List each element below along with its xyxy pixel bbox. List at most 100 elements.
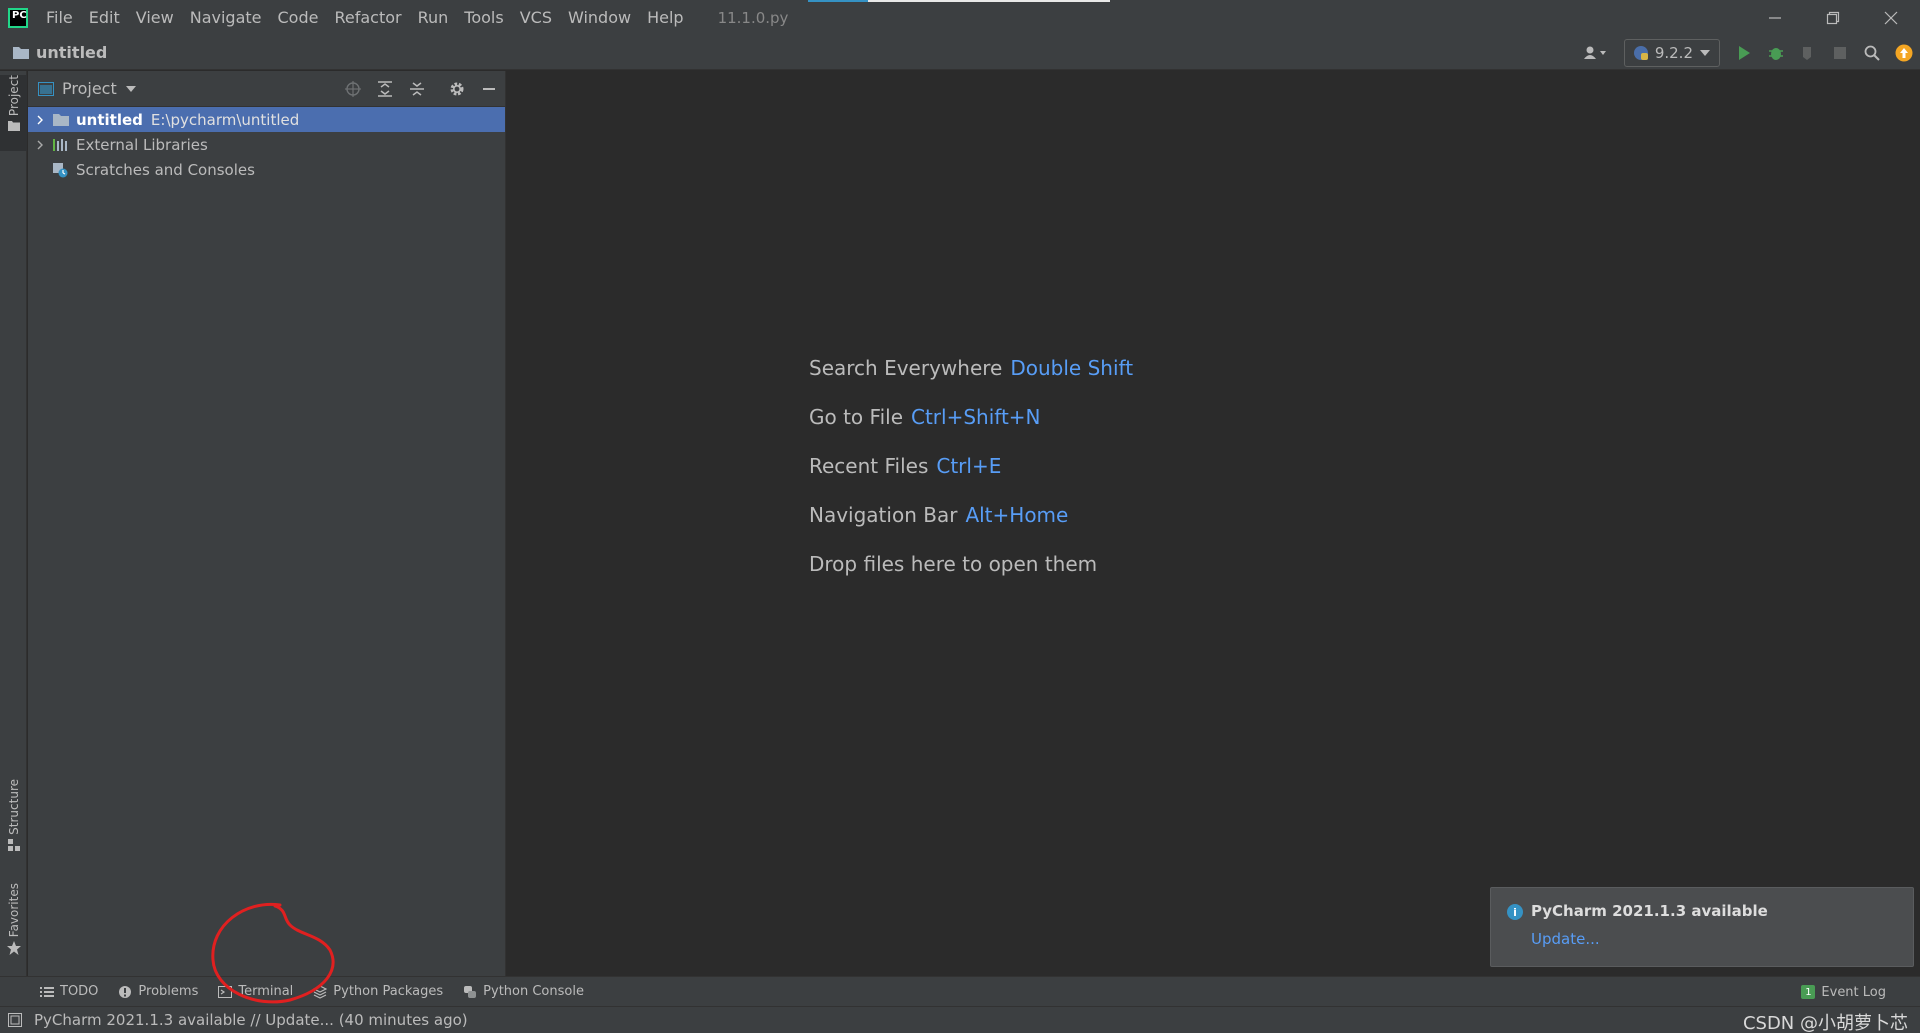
problems-tab[interactable]: Problems — [108, 977, 208, 1007]
csdn-watermark: CSDN @小胡萝卜芯 — [1742, 1013, 1908, 1033]
minimize-icon — [1769, 17, 1781, 19]
project-view-icon — [38, 81, 54, 96]
tree-item-scratches[interactable]: Scratches and Consoles — [28, 157, 505, 182]
toggle-tool-windows-icon[interactable] — [8, 1013, 22, 1027]
menu-refactor[interactable]: Refactor — [326, 0, 409, 36]
notification-update-link[interactable]: Update... — [1531, 930, 1600, 948]
favorites-tool-button[interactable]: Favorites — [0, 883, 27, 969]
structure-tool-button[interactable]: Structure — [0, 779, 27, 861]
hide-panel-button[interactable] — [473, 71, 505, 107]
chevron-right-icon[interactable] — [28, 115, 52, 125]
project-view-title[interactable]: Project — [62, 79, 117, 98]
info-icon: i — [1507, 904, 1523, 920]
chevron-down-icon — [1700, 50, 1710, 56]
expand-all-button[interactable] — [369, 71, 401, 107]
hint-shortcut: Alt+Home — [965, 503, 1069, 527]
project-tool-window: Project untitled E:\pycharm\untitled Ext… — [28, 71, 506, 976]
interpreter-label: 9.2.2 — [1654, 44, 1693, 62]
interpreter-selector[interactable]: 9.2.2 — [1623, 39, 1720, 67]
menu-edit[interactable]: Edit — [81, 0, 128, 36]
stop-icon — [1834, 47, 1846, 59]
debug-bug-icon — [1769, 48, 1783, 60]
event-log-tab[interactable]: 1 Event Log — [1801, 977, 1886, 1007]
todo-tab[interactable]: TODO — [30, 977, 108, 1007]
editor-empty-area[interactable]: Search Everywhere Double Shift Go to File… — [507, 71, 1920, 976]
tab-label: Python Packages — [333, 984, 444, 999]
menu-vcs[interactable]: VCS — [512, 0, 560, 36]
menu-help[interactable]: Help — [639, 0, 691, 36]
menu-run[interactable]: Run — [410, 0, 457, 36]
status-message[interactable]: PyCharm 2021.1.3 available // Update... … — [34, 1011, 468, 1029]
window-file-title: 11.1.0.py — [717, 9, 789, 27]
title-progress-fill — [808, 0, 868, 2]
terminal-tab[interactable]: Terminal — [208, 977, 303, 1007]
search-button[interactable] — [1856, 36, 1888, 70]
tab-label: Python Console — [483, 984, 584, 999]
favorites-tool-label: Favorites — [6, 883, 21, 938]
notification-title: PyCharm 2021.1.3 available — [1531, 902, 1768, 920]
chevron-down-icon[interactable] — [125, 84, 137, 94]
tree-item-label: Scratches and Consoles — [76, 160, 255, 179]
terminal-icon — [218, 985, 233, 998]
welcome-hints: Search Everywhere Double Shift Go to File… — [809, 356, 1133, 601]
menu-navigate[interactable]: Navigate — [182, 0, 270, 36]
tree-item-label: untitled — [76, 110, 143, 129]
packages-icon — [313, 984, 328, 999]
folder-icon — [7, 121, 20, 132]
hint-text: Navigation Bar — [809, 503, 958, 527]
debug-button[interactable] — [1760, 36, 1792, 70]
update-button[interactable] — [1888, 36, 1920, 70]
coverage-button[interactable] — [1792, 36, 1824, 70]
python-console-tab[interactable]: Python Console — [453, 977, 594, 1007]
collapse-all-button[interactable] — [401, 71, 433, 107]
project-tool-button[interactable]: Project — [0, 75, 27, 151]
hint-text: Drop files here to open them — [809, 552, 1098, 576]
python-icon — [1633, 46, 1648, 60]
hint-text: Search Everywhere — [809, 356, 1003, 380]
structure-icon — [7, 838, 20, 851]
stop-button[interactable] — [1824, 36, 1856, 70]
gear-icon — [450, 82, 464, 96]
menu-code[interactable]: Code — [270, 0, 327, 36]
user-dropdown-icon — [1583, 46, 1606, 59]
menu-view[interactable]: View — [128, 0, 182, 36]
hint-shortcut: Ctrl+E — [936, 454, 1002, 478]
status-bar: PyCharm 2021.1.3 available // Update... … — [0, 1006, 1920, 1033]
tree-item-untitled[interactable]: untitled E:\pycharm\untitled — [28, 107, 505, 132]
hint-shortcut: Double Shift — [1010, 356, 1134, 380]
panel-settings-button[interactable] — [441, 71, 473, 107]
close-window-button[interactable] — [1862, 0, 1920, 36]
tree-item-path: E:\pycharm\untitled — [150, 110, 300, 129]
minimize-button[interactable] — [1746, 0, 1804, 36]
crosshair-icon — [345, 81, 361, 97]
project-tool-label: Project — [6, 75, 21, 117]
navigation-bar: untitled 9.2.2 — [0, 36, 1920, 70]
hint-shortcut: Ctrl+Shift+N — [911, 405, 1041, 429]
event-count-badge: 1 — [1801, 985, 1816, 999]
problems-icon — [119, 985, 132, 998]
python-console-icon — [464, 985, 477, 998]
hint-text: Recent Files — [809, 454, 929, 478]
run-button[interactable] — [1728, 36, 1760, 70]
left-tool-stripe: Project Structure Favorites — [0, 71, 27, 976]
restore-button[interactable] — [1804, 0, 1862, 36]
collapse-all-icon — [410, 82, 424, 96]
pycharm-logo-icon[interactable]: PC — [8, 8, 28, 28]
menu-tools[interactable]: Tools — [456, 0, 511, 36]
locate-file-button[interactable] — [337, 71, 369, 107]
menu-file[interactable]: File — [38, 0, 81, 36]
hint-drop-files: Drop files here to open them — [809, 552, 1133, 601]
hint-navigation-bar: Navigation Bar Alt+Home — [809, 503, 1133, 552]
python-packages-tab[interactable]: Python Packages — [303, 977, 453, 1007]
chevron-right-icon[interactable] — [28, 140, 52, 150]
expand-all-icon — [378, 81, 392, 97]
list-icon — [40, 986, 54, 997]
search-icon — [1864, 45, 1880, 61]
menu-window[interactable]: Window — [560, 0, 639, 36]
run-icon — [1739, 46, 1750, 60]
breadcrumb-project[interactable]: untitled — [36, 43, 107, 62]
tree-item-external-libraries[interactable]: External Libraries — [28, 132, 505, 157]
account-button[interactable] — [1574, 36, 1616, 70]
hint-search-everywhere: Search Everywhere Double Shift — [809, 356, 1133, 405]
window-controls — [1746, 0, 1920, 36]
